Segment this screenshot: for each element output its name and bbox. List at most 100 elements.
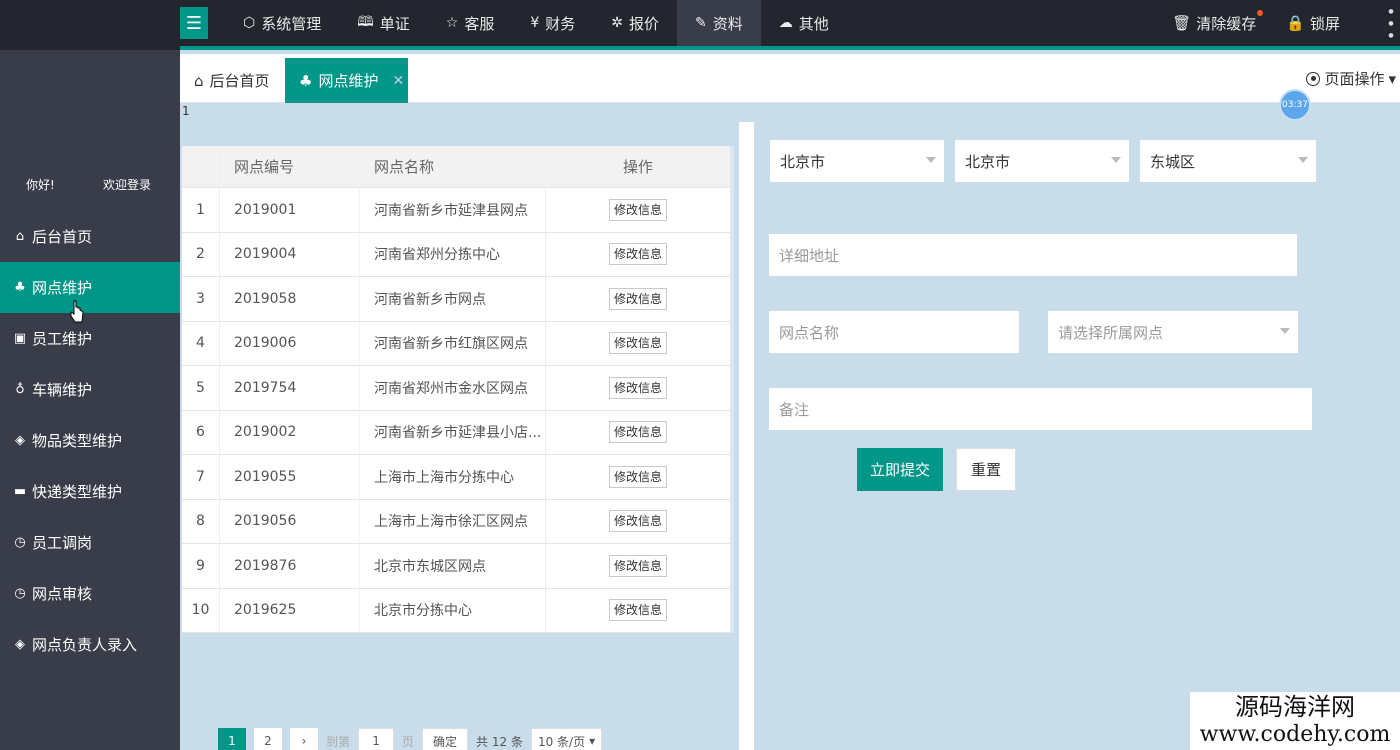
- outlet-code: 2019006: [220, 321, 360, 365]
- clear-cache-button[interactable]: 🗑 清除缓存: [1172, 9, 1264, 34]
- row-ops: 修改信息: [546, 188, 730, 232]
- row-ops: 修改信息: [546, 455, 730, 499]
- top-nav-label: 客服: [464, 14, 495, 33]
- top-nav-finance[interactable]: ¥ 财务: [512, 0, 593, 46]
- target-icon: [1306, 71, 1321, 86]
- outlet-code: 2019876: [220, 544, 360, 588]
- reset-button[interactable]: 重置: [956, 448, 1016, 491]
- edit-info-button[interactable]: 修改信息: [608, 243, 667, 266]
- next-page-button[interactable]: ›: [290, 728, 318, 750]
- edit-info-button[interactable]: 修改信息: [608, 287, 667, 310]
- top-nav-quote[interactable]: ✲ 报价: [593, 0, 677, 46]
- district-select[interactable]: 东城区: [1140, 140, 1316, 182]
- edit-info-button[interactable]: 修改信息: [608, 554, 667, 577]
- mouse-pointer-icon: [70, 300, 84, 323]
- timer-badge: 03:37: [1279, 89, 1311, 121]
- id-card-icon: ▣: [13, 331, 27, 346]
- outlet-name: 河南省新乡市网点: [360, 277, 546, 321]
- tab-home[interactable]: ⌂ 后台首页: [194, 58, 270, 103]
- page-jump-input[interactable]: 1: [358, 728, 395, 750]
- sidebar-item-label: 快递类型维护: [32, 483, 123, 501]
- outlet-name-text: 上海市上海市分拣中心: [374, 469, 514, 486]
- sidebar-item-label: 网点维护: [32, 279, 93, 297]
- table-row: 3 2019058 河南省新乡市网点 修改信息: [182, 277, 730, 322]
- outlet-table: 网点编号 网点名称 操作 1 2019001 河南省新乡市延津县网点 修改信息 2 201…: [182, 146, 734, 633]
- row-index: 4: [182, 321, 220, 365]
- edit-info-button[interactable]: 修改信息: [608, 421, 667, 444]
- top-nav-data[interactable]: ✎ 资料: [677, 0, 761, 46]
- sidebar-item-goods-type[interactable]: ◈ 物品类型维护: [0, 415, 180, 466]
- top-nav-other[interactable]: ☁ 其他: [761, 0, 847, 46]
- outlet-name-text: 河南省新乡市红旗区网点: [374, 336, 528, 353]
- close-icon[interactable]: ✕: [392, 73, 404, 89]
- table-header: 网点编号 网点名称 操作: [182, 146, 730, 188]
- outlet-name-text: 河南省新乡市延津县小店...: [374, 425, 542, 442]
- top-nav-label: 其他: [798, 14, 829, 33]
- outlet-name-text: 河南省新乡市延津县网点: [374, 202, 528, 219]
- greeting-text: 你好!: [26, 178, 55, 192]
- table-row: 1 2019001 河南省新乡市延津县网点 修改信息: [182, 188, 730, 233]
- page-operations-dropdown[interactable]: 页面操作 ▾: [1306, 68, 1396, 89]
- lock-screen-button[interactable]: 🔒 锁屏: [1286, 13, 1340, 34]
- lock-icon: 🔒: [1286, 14, 1305, 32]
- sidebar: 你好! 欢迎登录 ⌂ 后台首页 ♣ 网点维护 ▣ 员工维护 ♁ 车辆维护 ◈ 物品类型维护…: [0, 50, 180, 750]
- edit-info-button[interactable]: 修改信息: [608, 332, 667, 355]
- city-select[interactable]: 北京市: [955, 140, 1129, 182]
- sidebar-item-outlet-manager-entry[interactable]: ◈ 网点负责人录入: [0, 619, 180, 670]
- row-index: 6: [182, 410, 220, 454]
- edit-info-button[interactable]: 修改信息: [608, 599, 667, 622]
- remark-input[interactable]: 备注: [769, 388, 1312, 430]
- edit-info-button[interactable]: 修改信息: [608, 465, 667, 488]
- table-row: 9 2019876 北京市东城区网点 修改信息: [182, 544, 730, 589]
- sidebar-item-home[interactable]: ⌂ 后台首页: [0, 211, 180, 262]
- page-operations-label: 页面操作: [1324, 70, 1385, 88]
- sidebar-item-outlet-maintenance[interactable]: ♣ 网点维护: [0, 262, 180, 313]
- parent-outlet-select[interactable]: 请选择所属网点: [1048, 311, 1298, 353]
- tab-outlet-maintenance[interactable]: ♣ 网点维护 ✕: [285, 58, 408, 103]
- address-input[interactable]: 详细地址: [769, 234, 1297, 276]
- top-nav-label: 系统管理: [261, 14, 322, 33]
- row-index: 1: [182, 188, 220, 232]
- row-index: 10: [182, 588, 220, 632]
- outlet-name: 北京市东城区网点: [360, 544, 546, 588]
- submit-button[interactable]: 立即提交: [857, 448, 943, 491]
- top-nav-service[interactable]: ☆ 客服: [428, 0, 513, 46]
- more-vertical-icon[interactable]: ● ● ●: [1382, 6, 1400, 42]
- home-icon: ⌂: [194, 71, 204, 90]
- top-nav-label: 报价: [629, 14, 660, 33]
- side-menu: ⌂ 后台首页 ♣ 网点维护 ▣ 员工维护 ♁ 车辆维护 ◈ 物品类型维护 ▬ 快递类型维护 …: [0, 211, 180, 670]
- outlet-name-input[interactable]: 网点名称: [769, 311, 1019, 353]
- sidebar-item-staff-transfer[interactable]: ◷ 员工调岗: [0, 517, 180, 568]
- edit-info-button[interactable]: 修改信息: [608, 198, 667, 221]
- edit-info-button[interactable]: 修改信息: [608, 376, 667, 399]
- lock-screen-label: 锁屏: [1309, 14, 1340, 33]
- table-row: 8 2019056 上海市上海市徐汇区网点 修改信息: [182, 499, 730, 544]
- row-index: 8: [182, 499, 220, 543]
- page-jump-confirm-button[interactable]: 确定: [422, 728, 469, 750]
- top-right-actions: 🗑 清除缓存 🔒 锁屏 ● ● ●: [1172, 0, 1400, 46]
- sidebar-item-vehicle-maintenance[interactable]: ♁ 车辆维护: [0, 364, 180, 415]
- sidebar-item-staff-maintenance[interactable]: ▣ 员工维护: [0, 313, 180, 364]
- top-nav-label: 单证: [379, 14, 410, 33]
- notification-dot: [1257, 9, 1264, 16]
- page-size-select[interactable]: 10 条/页 ▾: [530, 728, 603, 750]
- top-nav: ⬡ 系统管理 🕮 单证 ☆ 客服 ¥ 财务 ✲ 报价 ✎ 资料 ☁ 其他: [225, 0, 847, 46]
- caret-down-icon: [1298, 157, 1308, 163]
- network-icon: ♣: [14, 280, 26, 295]
- menu-toggle-button[interactable]: ☰: [180, 7, 208, 39]
- remark-placeholder: 备注: [779, 400, 810, 419]
- sidebar-item-express-type[interactable]: ▬ 快递类型维护: [0, 466, 180, 517]
- page-2-button[interactable]: 2: [254, 728, 282, 750]
- top-nav-system[interactable]: ⬡ 系统管理: [225, 0, 339, 46]
- page-1-button[interactable]: 1: [218, 728, 246, 750]
- top-nav-label: 财务: [545, 14, 576, 33]
- table-row: 6 2019002 河南省新乡市延津县小店... 修改信息: [182, 410, 730, 455]
- outlet-name: 河南省新乡市延津县小店...: [360, 410, 546, 454]
- sidebar-item-outlet-review[interactable]: ◷ 网点审核: [0, 568, 180, 619]
- top-nav-documents[interactable]: 🕮 单证: [339, 0, 428, 46]
- panel-divider: [739, 122, 754, 750]
- edit-info-button[interactable]: 修改信息: [608, 510, 667, 533]
- page-unit-label: 页: [402, 734, 415, 749]
- outlet-name: 河南省新乡市延津县网点: [360, 188, 546, 232]
- province-select[interactable]: 北京市: [770, 140, 944, 182]
